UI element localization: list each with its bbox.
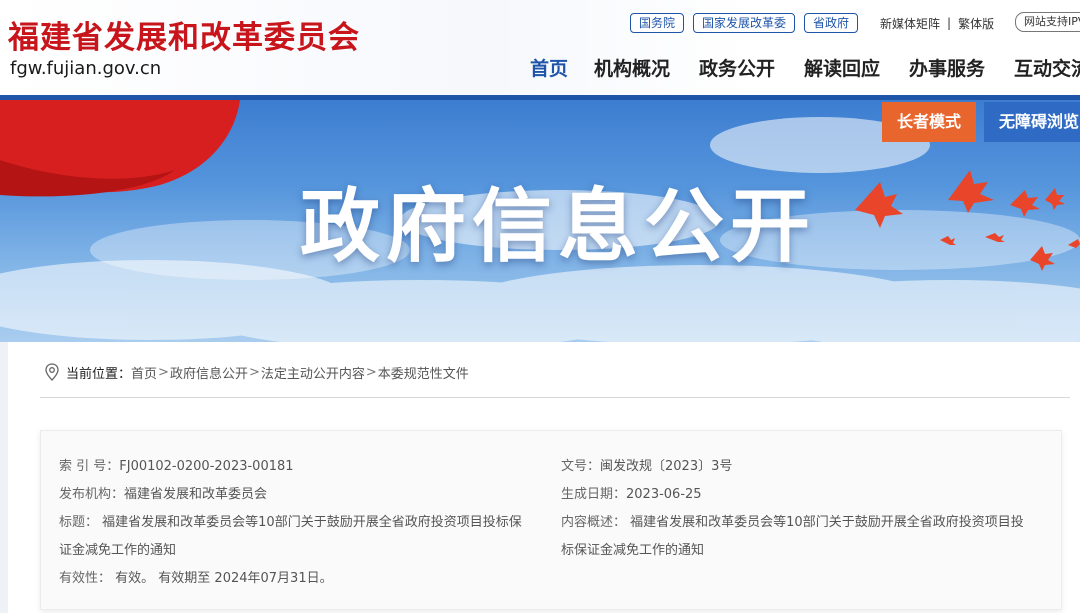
summary-row: 内容概述： 福建省发展和改革委员会等10部门关于鼓励开展全省政府投资项目投 <box>561 511 1024 530</box>
location-pin-icon <box>45 363 59 381</box>
link-ndrc[interactable]: 国家发展改革委 <box>693 13 796 33</box>
traditional-chinese-link[interactable]: 繁体版 <box>958 15 994 32</box>
summary-value-line1: 福建省发展和改革委员会等10部门关于鼓励开展全省政府投资项目投 <box>630 515 1024 530</box>
title-label: 标题： <box>59 515 99 530</box>
publisher-value: 福建省发展和改革委员会 <box>124 487 268 502</box>
banner: 政府信息公开 长者模式 无障碍浏览 <box>0 100 1080 342</box>
generation-date-label: 生成日期： <box>561 487 627 502</box>
banner-title: 政府信息公开 <box>300 180 816 273</box>
accessibility-button[interactable]: 无障碍浏览 <box>984 102 1080 142</box>
generation-date-value: 2023-06-25 <box>626 487 702 502</box>
breadcrumb-separator: > <box>365 364 377 380</box>
utility-links: 新媒体矩阵 | 繁体版 <box>880 12 994 34</box>
index-number-row: 索 引 号：FJ00102-0200-2023-00181 <box>59 455 294 474</box>
link-state-council[interactable]: 国务院 <box>630 13 685 33</box>
breadcrumb-info-disclosure[interactable]: 政府信息公开 <box>170 363 248 382</box>
summary-row-continued: 标保证金减免工作的通知 <box>561 539 704 558</box>
breadcrumb-home[interactable]: 首页 <box>131 363 157 382</box>
index-number-value: FJ00102-0200-2023-00181 <box>119 459 294 474</box>
nav-interaction[interactable]: 互动交流 <box>1014 54 1080 81</box>
breadcrumb-statutory-content[interactable]: 法定主动公开内容 <box>261 363 365 382</box>
document-info-card: 索 引 号：FJ00102-0200-2023-00181 文号：闽发改规〔20… <box>40 430 1062 610</box>
breadcrumb: 当前位置： 首页 > 政府信息公开 > 法定主动公开内容 > 本委规范性文件 <box>44 362 469 382</box>
site-header: 福建省发展和改革委员会 fgw.fujian.gov.cn 国务院 国家发展改革… <box>0 0 1080 100</box>
new-media-link[interactable]: 新媒体矩阵 <box>880 15 940 32</box>
title-value-line2: 证金减免工作的通知 <box>59 543 177 558</box>
validity-value: 有效。 有效期至 2024年07月31日。 <box>115 571 333 586</box>
nav-services[interactable]: 办事服务 <box>909 54 985 81</box>
document-number-value: 闽发改规〔2023〕3号 <box>600 459 733 474</box>
title-row-continued: 证金减免工作的通知 <box>59 539 176 558</box>
summary-value-line2: 标保证金减免工作的通知 <box>561 543 705 558</box>
breadcrumb-separator: > <box>158 364 169 380</box>
nav-home[interactable]: 首页 <box>530 54 568 81</box>
validity-label: 有效性： <box>59 571 112 586</box>
generation-date-row: 生成日期：2023-06-25 <box>561 483 702 502</box>
breadcrumb-normative-docs[interactable]: 本委规范性文件 <box>378 363 469 382</box>
document-number-label: 文号： <box>561 459 601 474</box>
top-links: 国务院 国家发展改革委 省政府 <box>630 12 867 34</box>
summary-label: 内容概述： <box>561 515 627 530</box>
content-panel: 当前位置： 首页 > 政府信息公开 > 法定主动公开内容 > 本委规范性文件 索… <box>8 342 1080 613</box>
title-row: 标题： 福建省发展和改革委员会等10部门关于鼓励开展全省政府投资项目投标保 <box>59 511 522 530</box>
publisher-row: 发布机构：福建省发展和改革委员会 <box>59 483 267 502</box>
title-value-line1: 福建省发展和改革委员会等10部门关于鼓励开展全省政府投资项目投标保 <box>102 515 522 530</box>
breadcrumb-separator: > <box>248 364 260 380</box>
site-domain: fgw.fujian.gov.cn <box>10 58 162 79</box>
breadcrumb-label: 当前位置： <box>66 366 132 382</box>
publisher-label: 发布机构： <box>59 487 125 502</box>
nav-organization[interactable]: 机构概况 <box>594 54 670 81</box>
site-title[interactable]: 福建省发展和改革委员会 <box>8 12 360 57</box>
elder-mode-button[interactable]: 长者模式 <box>882 102 976 142</box>
index-number-label: 索 引 号： <box>59 459 120 474</box>
document-number-row: 文号：闽发改规〔2023〕3号 <box>561 455 732 474</box>
link-provincial-gov[interactable]: 省政府 <box>804 13 859 33</box>
ipv6-badge: 网站支持IPV6 <box>1015 12 1080 32</box>
nav-interpretation[interactable]: 解读回应 <box>804 54 880 81</box>
breadcrumb-divider <box>40 397 1070 398</box>
nav-public-affairs[interactable]: 政务公开 <box>699 54 775 81</box>
validity-row: 有效性： 有效。 有效期至 2024年07月31日。 <box>59 567 333 586</box>
util-separator: | <box>947 16 952 30</box>
